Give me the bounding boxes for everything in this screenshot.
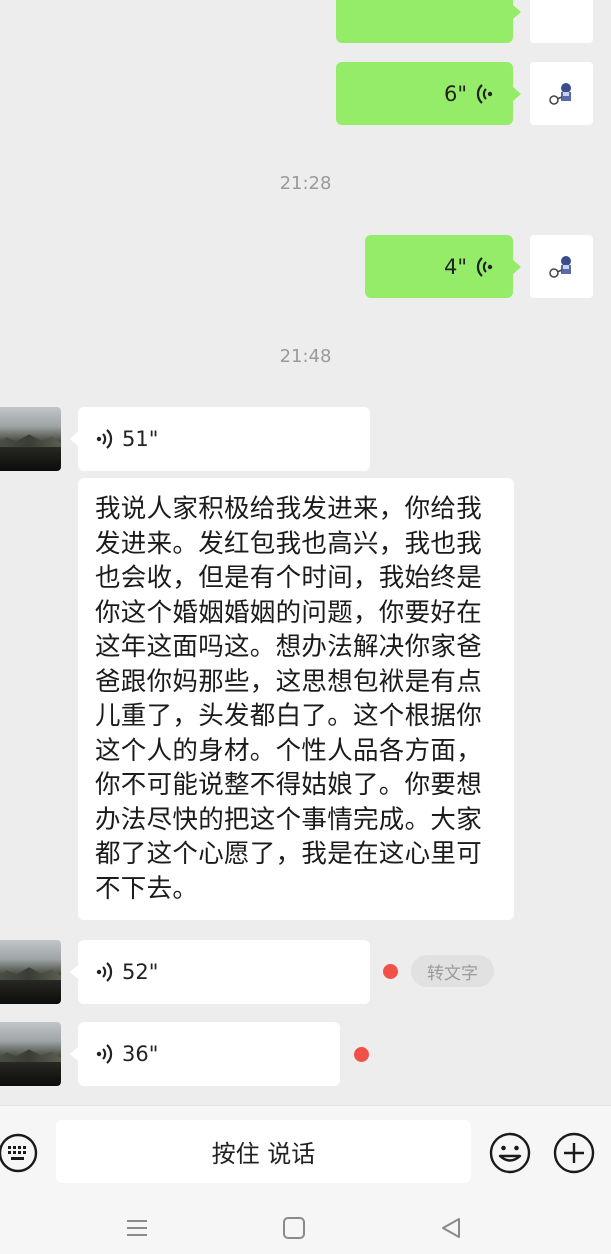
voice-duration: 6" — [443, 81, 467, 106]
menu-icon[interactable] — [120, 1211, 154, 1245]
received-voice-bubble[interactable]: 52" — [70, 940, 370, 1004]
my-avatar[interactable] — [530, 235, 593, 298]
voice-duration: 36" — [122, 1042, 159, 1066]
unread-dot — [383, 964, 398, 979]
system-nav-bar — [0, 1201, 611, 1254]
voice-duration: 4" — [443, 254, 467, 279]
voice-wave-icon — [92, 427, 116, 451]
timestamp: 21:48 — [279, 346, 332, 367]
voice-duration: 52" — [122, 960, 159, 984]
unread-dot — [354, 1047, 369, 1062]
my-avatar[interactable] — [530, 62, 593, 125]
received-voice-bubble[interactable]: 51" — [70, 407, 370, 471]
keyboard-icon[interactable] — [0, 1132, 39, 1174]
input-bar: 按住 说话 — [0, 1105, 611, 1202]
sent-voice-bubble[interactable]: 6" — [336, 62, 521, 125]
voice-duration: 51" — [122, 427, 159, 451]
chat-area[interactable]: 6" 21:28 4" 21:48 51" 我说人家积极给我发进来，你给我发进来… — [0, 0, 611, 1105]
sent-voice-bubble[interactable]: 4" — [365, 235, 521, 298]
timestamp: 21:28 — [279, 173, 332, 194]
convert-to-text-button[interactable]: 转文字 — [411, 955, 494, 987]
emoji-icon[interactable] — [488, 1131, 532, 1175]
voice-wave-icon — [92, 960, 116, 984]
contact-avatar[interactable] — [0, 1022, 61, 1086]
plus-icon[interactable] — [552, 1131, 596, 1175]
my-avatar-partial[interactable] — [530, 0, 593, 43]
hold-to-talk-button[interactable]: 按住 说话 — [56, 1120, 471, 1183]
back-icon[interactable] — [434, 1211, 468, 1245]
voice-transcript[interactable]: 我说人家积极给我发进来，你给我发进来。发红包我也高兴，我也我也会收，但是有个时间… — [78, 478, 514, 920]
voice-wave-icon — [92, 1042, 116, 1066]
received-voice-bubble[interactable]: 36" — [70, 1022, 340, 1086]
voice-wave-icon — [473, 255, 497, 279]
home-icon[interactable] — [277, 1211, 311, 1245]
contact-avatar[interactable] — [0, 940, 61, 1004]
sent-voice-bubble-partial[interactable] — [336, 0, 521, 43]
contact-avatar[interactable] — [0, 407, 61, 471]
voice-wave-icon — [473, 82, 497, 106]
